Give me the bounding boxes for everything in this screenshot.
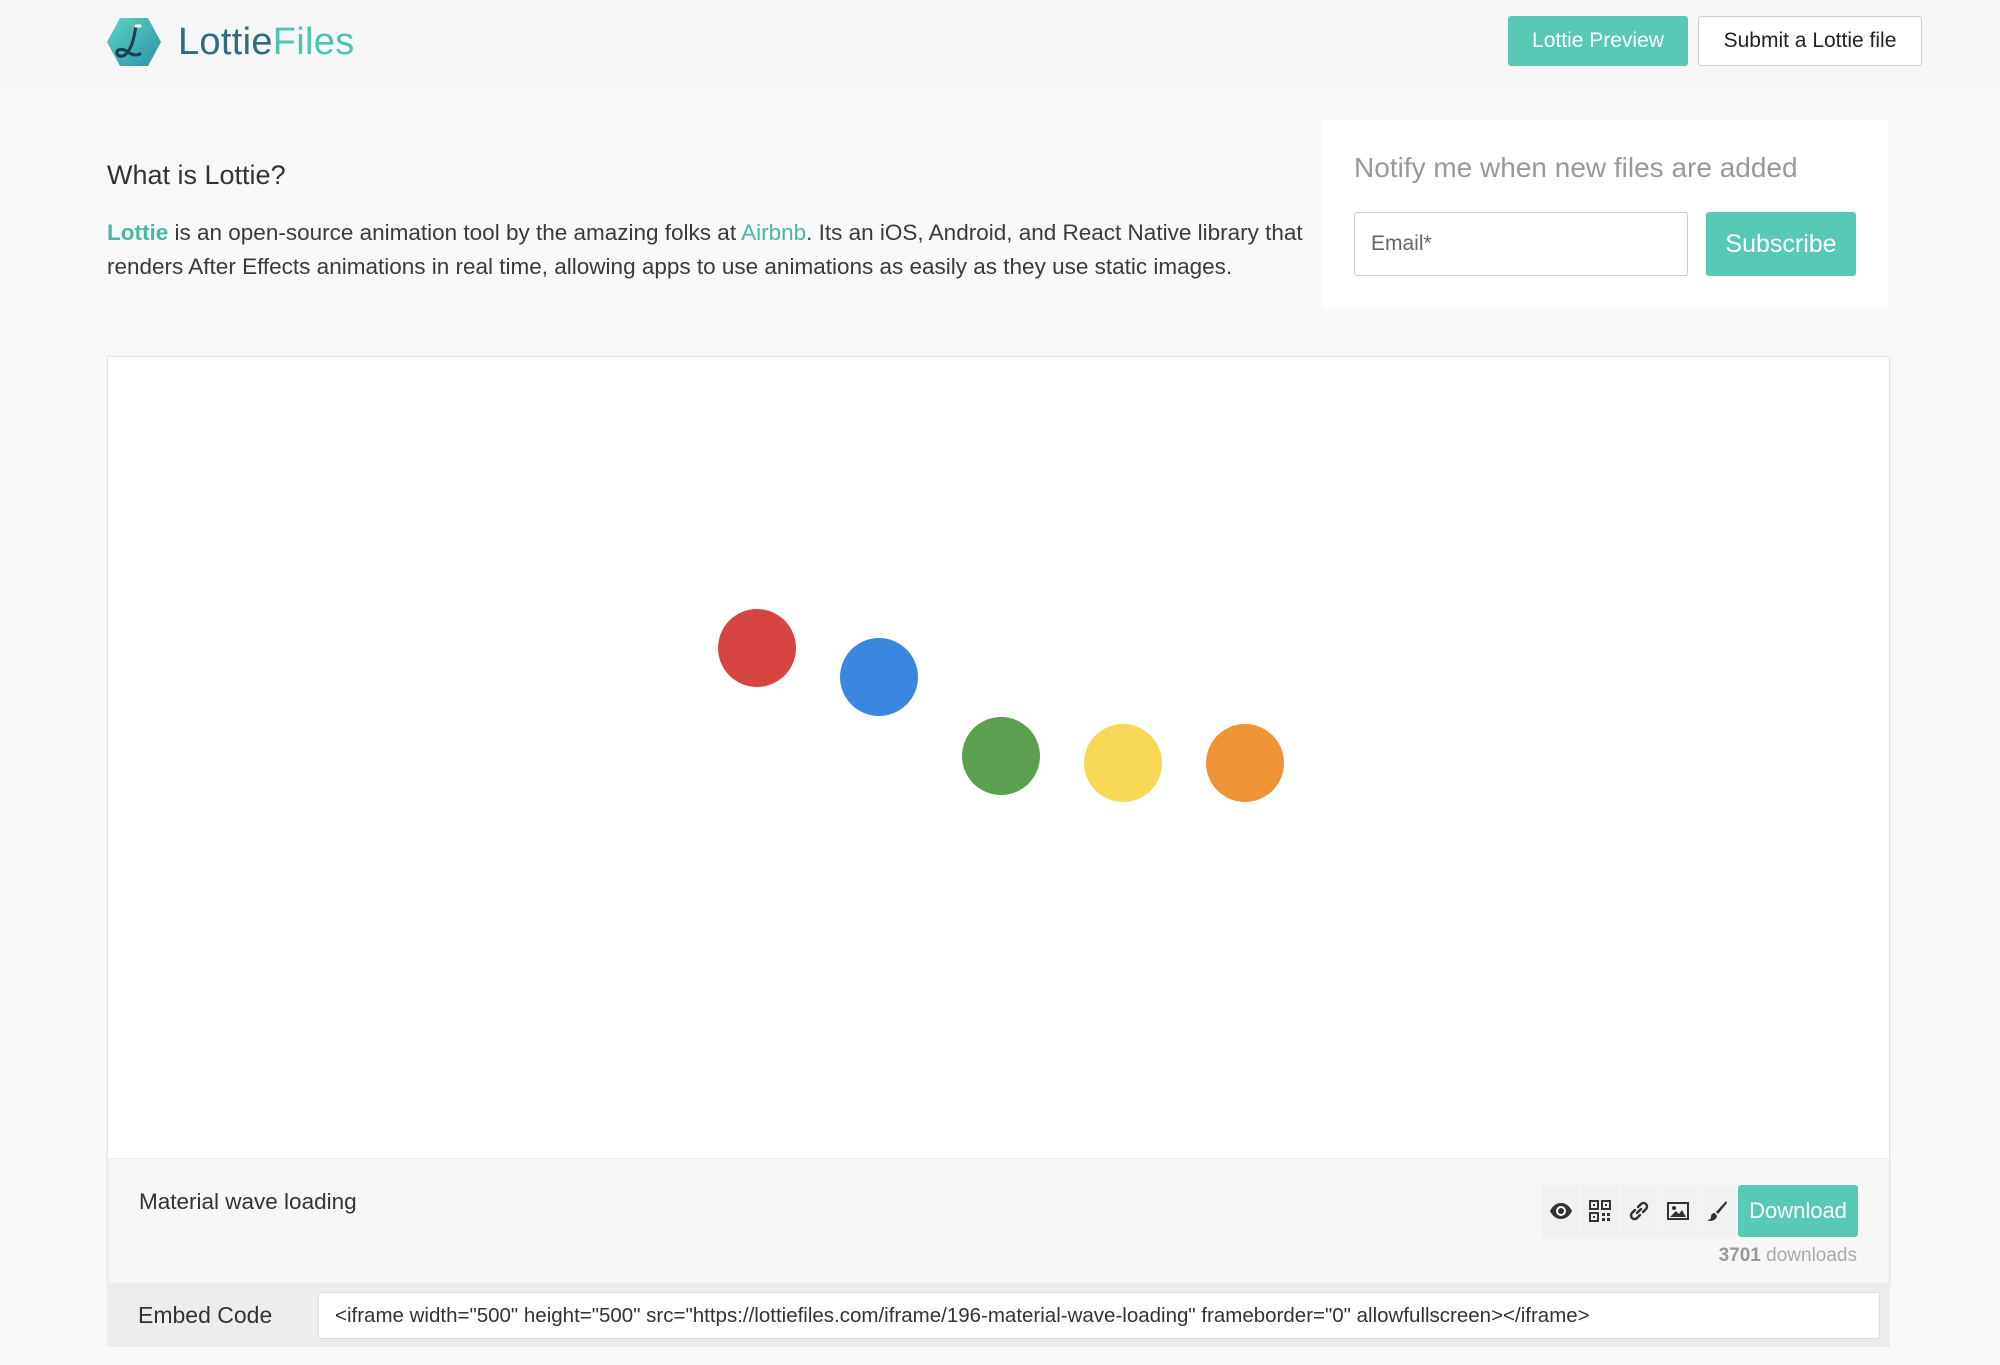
lottie-link[interactable]: Lottie xyxy=(107,220,168,245)
airbnb-link[interactable]: Airbnb xyxy=(741,220,806,245)
lottiefiles-logo[interactable]: LottieFiles xyxy=(106,16,355,68)
top-header: LottieFiles Lottie Preview Submit a Lott… xyxy=(0,0,2000,88)
download-button[interactable]: Download xyxy=(1738,1185,1858,1237)
green-dot xyxy=(962,717,1040,795)
subscribe-button[interactable]: Subscribe xyxy=(1706,212,1856,276)
download-count: 3701 downloads xyxy=(1719,1245,1857,1267)
submit-lottie-file-button[interactable]: Submit a Lottie file xyxy=(1698,16,1922,66)
embed-row: Embed Code <iframe width="500" height="5… xyxy=(107,1283,1890,1347)
brand-name-part1: Lottie xyxy=(178,20,273,63)
image-icon[interactable] xyxy=(1659,1185,1697,1237)
intro-text: Lottie is an open-source animation tool … xyxy=(107,216,1307,284)
email-input[interactable] xyxy=(1354,212,1688,276)
brush-icon[interactable] xyxy=(1698,1185,1736,1237)
animation-tools xyxy=(1542,1185,1737,1237)
lottiefiles-logo-icon xyxy=(107,18,161,66)
intro-text-part1: is an open-source animation tool by the … xyxy=(168,220,742,245)
brand-name-part2: Files xyxy=(272,20,355,63)
link-icon[interactable] xyxy=(1620,1185,1658,1237)
brand-name: LottieFiles xyxy=(178,21,355,64)
preview-eye-icon[interactable] xyxy=(1542,1185,1580,1237)
download-count-value: 3701 xyxy=(1718,1245,1761,1266)
download-count-suffix: downloads xyxy=(1760,1245,1857,1266)
intro-title: What is Lottie? xyxy=(107,160,286,190)
embed-code-field[interactable]: <iframe width="500" height="500" src="ht… xyxy=(318,1292,1880,1339)
embed-code-label: Embed Code xyxy=(138,1302,273,1328)
yellow-dot xyxy=(1084,724,1162,802)
animation-footer: Material wave loading Download 3701 down… xyxy=(108,1158,1889,1284)
animation-stage xyxy=(108,357,1889,1158)
lottie-preview-button[interactable]: Lottie Preview xyxy=(1508,16,1688,66)
red-dot xyxy=(718,609,796,687)
orange-dot xyxy=(1206,724,1284,802)
notify-box: Notify me when new files are added Subsc… xyxy=(1322,120,1888,308)
animation-name: Material wave loading xyxy=(139,1189,357,1214)
animation-card: Material wave loading Download 3701 down… xyxy=(107,356,1890,1284)
qr-code-icon[interactable] xyxy=(1581,1185,1619,1237)
blue-dot xyxy=(840,638,918,716)
notify-title: Notify me when new files are added xyxy=(1354,152,1798,183)
